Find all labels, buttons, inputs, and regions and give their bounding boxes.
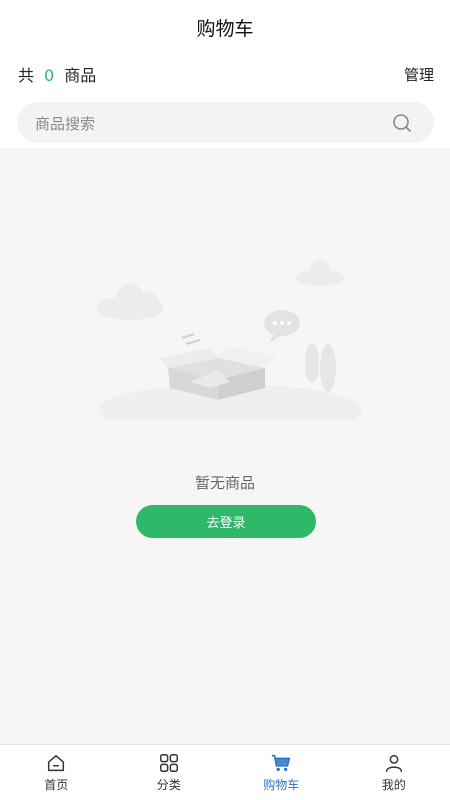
search-icon[interactable] xyxy=(392,113,412,133)
tab-home-label: 首页 xyxy=(44,778,69,792)
cart-count: 共 0 商品 xyxy=(18,62,96,86)
manage-button[interactable]: 管理 xyxy=(404,64,434,85)
page-title: 购物车 xyxy=(196,18,254,40)
grid-icon xyxy=(159,754,178,772)
cart-icon xyxy=(272,754,291,772)
empty-box-illustration xyxy=(96,260,362,420)
search-placeholder: 商品搜索 xyxy=(35,115,96,133)
count-suffix: 商品 xyxy=(64,66,97,85)
tab-cart[interactable]: 购物车 xyxy=(225,745,338,800)
count-number: 0 xyxy=(44,66,55,85)
search-bar[interactable]: 商品搜索 xyxy=(17,102,434,143)
top-area: 购物车 共 0 商品 管理 商品搜索 xyxy=(0,0,450,148)
tab-category-label: 分类 xyxy=(156,778,181,792)
tab-profile[interactable]: 我的 xyxy=(338,745,450,800)
bottom-tab-bar: 首页 分类 购物车 我的 xyxy=(0,744,450,800)
count-prefix: 共 xyxy=(18,66,35,85)
tab-profile-label: 我的 xyxy=(381,778,406,792)
home-icon xyxy=(48,754,65,772)
tab-category[interactable]: 分类 xyxy=(113,745,226,800)
tab-home[interactable]: 首页 xyxy=(0,745,113,800)
empty-message: 暂无商品 xyxy=(194,474,255,492)
login-button[interactable]: 去登录 xyxy=(136,505,316,538)
user-icon xyxy=(385,754,402,772)
tab-cart-label: 购物车 xyxy=(263,778,300,792)
